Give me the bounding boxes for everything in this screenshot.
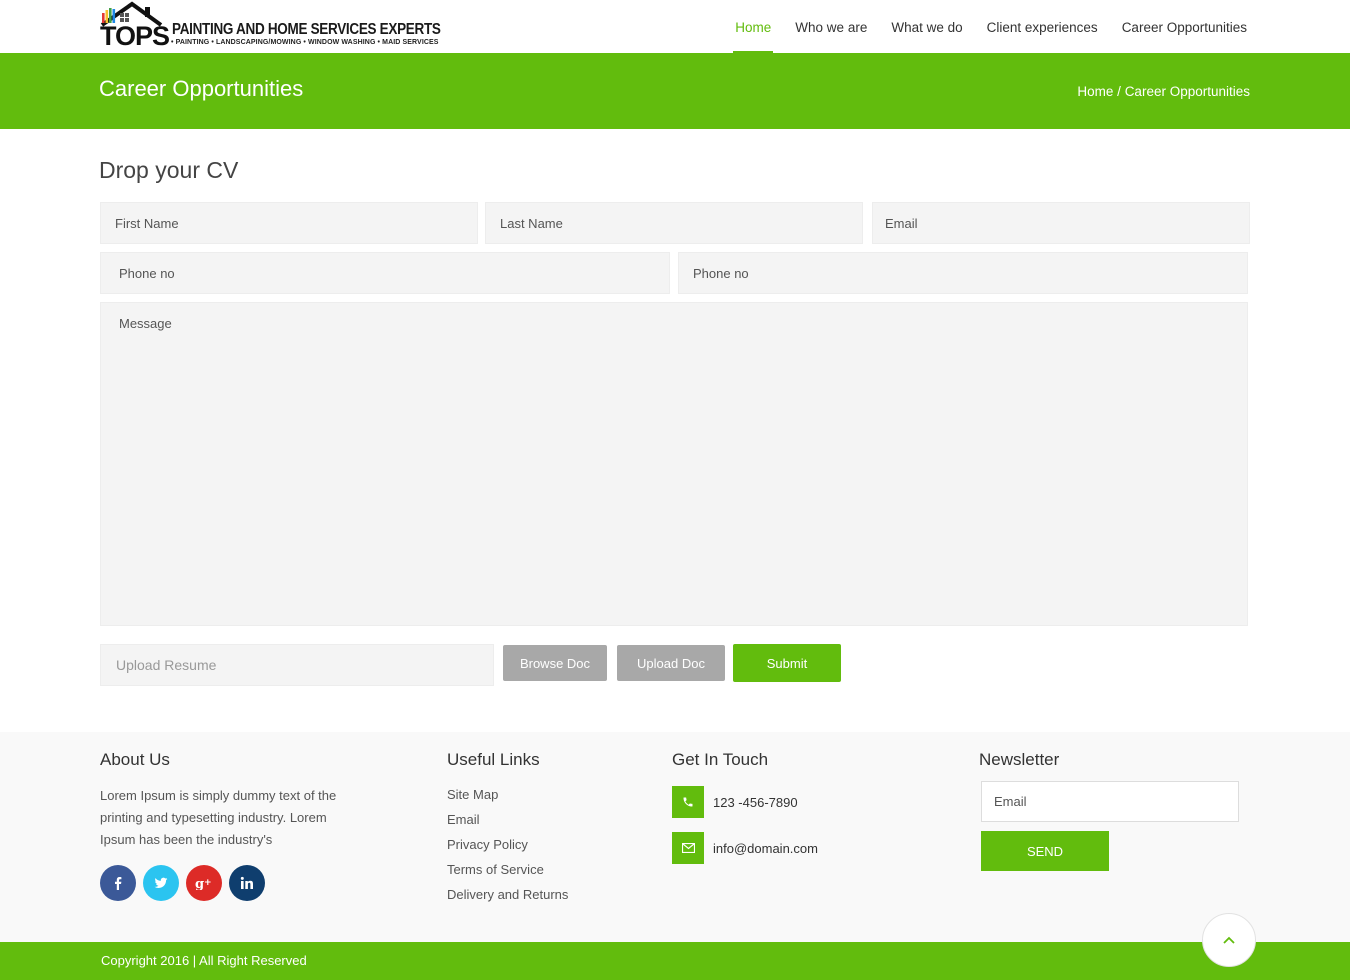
google-plus-icon[interactable]: g + [186, 865, 222, 901]
nav-item-client-experiences[interactable]: Client experiences [975, 0, 1110, 53]
page-title: Career Opportunities [99, 76, 304, 101]
chevron-up-icon [1223, 936, 1235, 944]
breadcrumb-current: Career Opportunities [1124, 84, 1250, 99]
logo-brand: TOPS [100, 21, 170, 51]
about-text: Lorem Ipsum is simply dummy text of the … [100, 788, 337, 847]
newsletter-email-input[interactable] [981, 781, 1239, 822]
nav-item-what-we-do[interactable]: What we do [879, 0, 974, 53]
about-heading: About Us [100, 750, 170, 769]
site-header: TOPS PAINTING AND HOME SERVICES EXPERTS … [0, 0, 1350, 53]
copyright-text: Copyright 2016 | All Right Reserved [101, 953, 307, 968]
page-title-banner: Career Opportunities Home / Career Oppor… [0, 53, 1350, 129]
contact-email-text[interactable]: info@domain.com [713, 841, 818, 856]
submit-button[interactable]: Submit [733, 644, 841, 682]
footer-link-privacy-policy[interactable]: Privacy Policy [447, 836, 568, 861]
copyright-bar: Copyright 2016 | All Right Reserved [0, 942, 1350, 980]
envelope-icon [672, 832, 704, 864]
logo-tagline: PAINTING AND HOME SERVICES EXPERTS [172, 20, 441, 38]
useful-links-heading: Useful Links [447, 750, 540, 769]
email-input[interactable] [872, 202, 1250, 244]
social-links: g + [100, 865, 265, 901]
site-logo[interactable]: TOPS PAINTING AND HOME SERVICES EXPERTS … [99, 1, 444, 51]
footer-link-delivery-returns[interactable]: Delivery and Returns [447, 886, 568, 911]
breadcrumb: Home / Career Opportunities [1077, 84, 1250, 99]
facebook-icon[interactable] [100, 865, 136, 901]
useful-links-list: Site Map Email Privacy Policy Terms of S… [447, 786, 568, 911]
form-heading: Drop your CV [99, 157, 239, 183]
logo-services: • PAINTING • LANDSCAPING/MOWING • WINDOW… [171, 39, 439, 46]
contact-email: info@domain.com [672, 832, 818, 864]
browse-doc-button[interactable]: Browse Doc [503, 645, 607, 681]
message-textarea[interactable] [100, 302, 1248, 626]
twitter-icon[interactable] [143, 865, 179, 901]
site-footer: About Us Lorem Ipsum is simply dummy tex… [0, 732, 1350, 942]
contact-phone: 123 -456-7890 [672, 786, 798, 818]
first-name-input[interactable] [100, 202, 478, 244]
phone-icon [672, 786, 704, 818]
main-nav: Home Who we are What we do Client experi… [723, 0, 1247, 53]
breadcrumb-separator: / [1113, 84, 1125, 99]
get-in-touch-heading: Get In Touch [672, 750, 769, 769]
footer-link-terms-of-service[interactable]: Terms of Service [447, 861, 568, 886]
nav-item-career-opportunities[interactable]: Career Opportunities [1110, 0, 1247, 53]
nav-item-who-we-are[interactable]: Who we are [783, 0, 879, 53]
newsletter-send-button[interactable]: SEND [981, 831, 1109, 871]
footer-link-email[interactable]: Email [447, 811, 568, 836]
breadcrumb-home-link[interactable]: Home [1077, 84, 1113, 99]
svg-text:g: g [195, 877, 204, 890]
scroll-to-top-button[interactable] [1202, 913, 1256, 967]
upload-resume-input[interactable] [100, 644, 494, 686]
phone-input-primary[interactable] [100, 252, 670, 294]
last-name-input[interactable] [485, 202, 863, 244]
nav-item-home[interactable]: Home [723, 0, 783, 53]
contact-phone-text: 123 -456-7890 [713, 794, 798, 810]
svg-text:+: + [204, 878, 212, 888]
newsletter-heading: Newsletter [979, 750, 1060, 769]
linkedin-icon[interactable] [229, 865, 265, 901]
upload-doc-button[interactable]: Upload Doc [617, 645, 725, 681]
footer-link-site-map[interactable]: Site Map [447, 786, 568, 811]
phone-input-secondary[interactable] [678, 252, 1248, 294]
